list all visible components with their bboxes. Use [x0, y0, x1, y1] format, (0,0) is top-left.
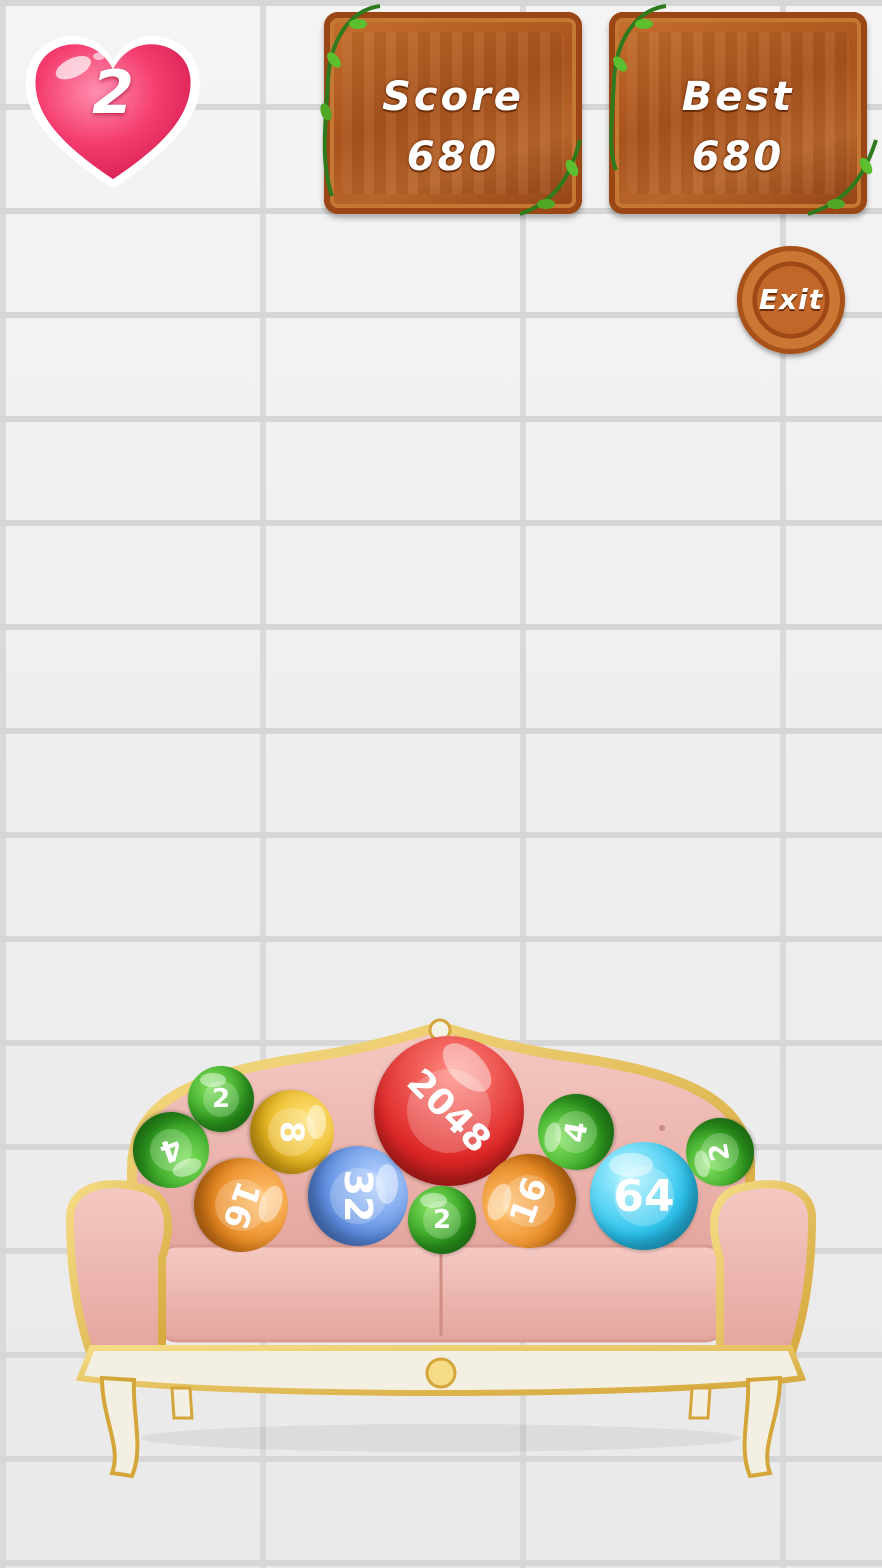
exit-button[interactable]: Exit — [737, 246, 845, 354]
ball-2: 2 — [680, 1112, 760, 1192]
vine-decoration-icon — [320, 4, 582, 216]
lives-count: 2 — [92, 58, 134, 128]
ball-64: 64 — [590, 1142, 698, 1250]
vine-decoration-icon — [609, 4, 878, 216]
ball-2: 2 — [408, 1186, 476, 1254]
